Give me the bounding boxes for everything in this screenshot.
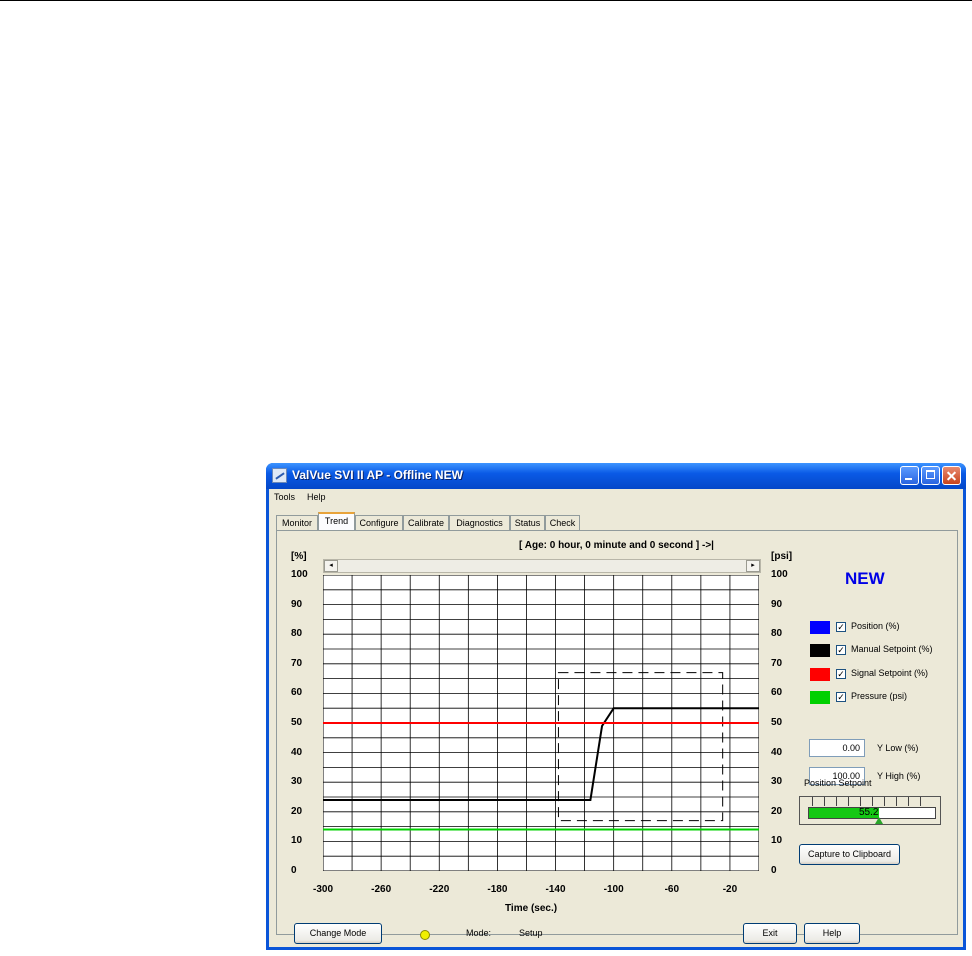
gauge-tick bbox=[872, 797, 873, 806]
window-title: ValVue SVI II AP - Offline NEW bbox=[292, 468, 463, 482]
y-tick-label-left: 40 bbox=[291, 746, 303, 758]
mode-label: Mode: bbox=[466, 928, 492, 938]
app-icon[interactable] bbox=[272, 468, 287, 483]
position-label: Position (%) bbox=[851, 621, 900, 631]
tab-check[interactable]: Check bbox=[545, 515, 580, 530]
position-checkbox[interactable]: ✓ bbox=[836, 622, 846, 632]
y-tick-label-right: 20 bbox=[771, 805, 783, 817]
manual-setpoint-label: Manual Setpoint (%) bbox=[851, 644, 933, 654]
y-tick-label-right: 10 bbox=[771, 835, 783, 847]
capture-to-clipboard-button[interactable]: Capture to Clipboard bbox=[799, 844, 900, 865]
y-tick-label-right: 50 bbox=[771, 717, 783, 728]
y-tick-label-left: 30 bbox=[291, 776, 303, 788]
left-unit-label: [%] bbox=[291, 551, 307, 562]
change-mode-button[interactable]: Change Mode bbox=[294, 923, 382, 944]
y-tick-label-left: 70 bbox=[291, 657, 303, 669]
y-tick-label-right: 70 bbox=[771, 657, 783, 669]
help-button[interactable]: Help bbox=[804, 923, 860, 944]
setpoint-marker-icon[interactable] bbox=[874, 817, 883, 824]
x-tick-label: -220 bbox=[429, 884, 450, 895]
x-tick-label: -140 bbox=[545, 884, 566, 895]
signal-setpoint-checkbox[interactable]: ✓ bbox=[836, 669, 846, 679]
y-tick-label-left: 0 bbox=[291, 865, 297, 876]
gauge-tick bbox=[824, 797, 825, 806]
x-tick-label: -260 bbox=[371, 884, 392, 895]
trend-panel: [ Age: 0 hour, 0 minute and 0 second ] -… bbox=[276, 530, 958, 935]
page-top-rule bbox=[0, 0, 972, 1]
menu-help[interactable]: Help bbox=[307, 492, 326, 502]
y-tick-label-left: 10 bbox=[291, 835, 303, 847]
gauge-tick bbox=[896, 797, 897, 806]
status-led-icon bbox=[420, 930, 430, 940]
minimize-button[interactable] bbox=[900, 466, 919, 485]
position-setpoint-label: Position Setpoint bbox=[804, 778, 872, 788]
pressure-checkbox[interactable]: ✓ bbox=[836, 692, 846, 702]
menu-tools[interactable]: Tools bbox=[274, 492, 295, 502]
gauge-tick bbox=[812, 797, 813, 806]
gauge-tick bbox=[884, 797, 885, 806]
position-swatch bbox=[810, 621, 830, 634]
position-setpoint-gauge: 55.2 bbox=[799, 796, 941, 825]
x-tick-label: -20 bbox=[722, 884, 738, 895]
menu-bar: Tools Help bbox=[269, 489, 963, 505]
x-tick-label: -100 bbox=[603, 884, 624, 895]
tab-trend[interactable]: Trend bbox=[318, 512, 355, 531]
y-low-input[interactable]: 0.00 bbox=[809, 739, 865, 757]
title-bar[interactable]: ValVue SVI II AP - Offline NEW bbox=[266, 463, 966, 489]
y-tick-label-right: 30 bbox=[771, 776, 783, 788]
window-client: Tools Help Monitor Trend Configure Calib… bbox=[269, 489, 963, 947]
pressure-swatch bbox=[810, 691, 830, 704]
y-tick-label-right: 40 bbox=[771, 746, 783, 758]
x-tick-label: -180 bbox=[487, 884, 508, 895]
scroll-right-button[interactable]: ▸ bbox=[746, 560, 760, 572]
gauge-tick bbox=[920, 797, 921, 806]
tab-calibrate[interactable]: Calibrate bbox=[403, 515, 449, 530]
y-tick-label-right: 80 bbox=[771, 628, 783, 640]
y-tick-label-left: 60 bbox=[291, 687, 303, 699]
y-high-label: Y High (%) bbox=[877, 771, 921, 781]
tab-monitor[interactable]: Monitor bbox=[276, 515, 318, 530]
y-tick-label-left: 80 bbox=[291, 628, 303, 640]
mode-value: Setup bbox=[519, 928, 543, 938]
close-button[interactable] bbox=[942, 466, 961, 485]
x-axis-title: Time (sec.) bbox=[505, 903, 558, 914]
gauge-tick bbox=[848, 797, 849, 806]
x-tick-label: -300 bbox=[312, 884, 333, 895]
y-tick-label-left: 90 bbox=[291, 598, 303, 610]
manual-setpoint-checkbox[interactable]: ✓ bbox=[836, 645, 846, 655]
mode-new-label: NEW bbox=[845, 569, 885, 588]
y-tick-label-right: 60 bbox=[771, 687, 783, 699]
scroll-left-button[interactable]: ◂ bbox=[324, 560, 338, 572]
tab-configure[interactable]: Configure bbox=[355, 515, 403, 530]
gauge-tick bbox=[908, 797, 909, 806]
y-low-label: Y Low (%) bbox=[877, 743, 919, 753]
exit-button[interactable]: Exit bbox=[743, 923, 797, 944]
trend-chart[interactable] bbox=[323, 575, 759, 871]
y-tick-label-right: 0 bbox=[771, 865, 777, 876]
y-tick-label-right: 100 bbox=[771, 569, 788, 580]
y-tick-label-left: 100 bbox=[291, 569, 308, 580]
app-window: ValVue SVI II AP - Offline NEW Tools Hel… bbox=[266, 463, 966, 950]
signal-setpoint-swatch bbox=[810, 668, 830, 681]
tab-status[interactable]: Status bbox=[510, 515, 545, 530]
setpoint-bar-track: 55.2 bbox=[808, 807, 936, 819]
age-readout: [ Age: 0 hour, 0 minute and 0 second ] -… bbox=[519, 540, 714, 551]
y-tick-label-right: 90 bbox=[771, 598, 783, 610]
manual-setpoint-swatch bbox=[810, 644, 830, 657]
time-scrollbar[interactable]: ◂ ▸ bbox=[323, 559, 761, 573]
gauge-tick bbox=[836, 797, 837, 806]
tab-diagnostics[interactable]: Diagnostics bbox=[449, 515, 510, 530]
maximize-button[interactable] bbox=[921, 466, 940, 485]
x-tick-label: -60 bbox=[664, 884, 680, 895]
y-tick-label-left: 50 bbox=[291, 717, 303, 728]
pressure-label: Pressure (psi) bbox=[851, 691, 908, 701]
gauge-tick bbox=[860, 797, 861, 806]
signal-setpoint-label: Signal Setpoint (%) bbox=[851, 668, 929, 678]
y-tick-label-left: 20 bbox=[291, 805, 303, 817]
right-unit-label: [psi] bbox=[771, 551, 793, 562]
